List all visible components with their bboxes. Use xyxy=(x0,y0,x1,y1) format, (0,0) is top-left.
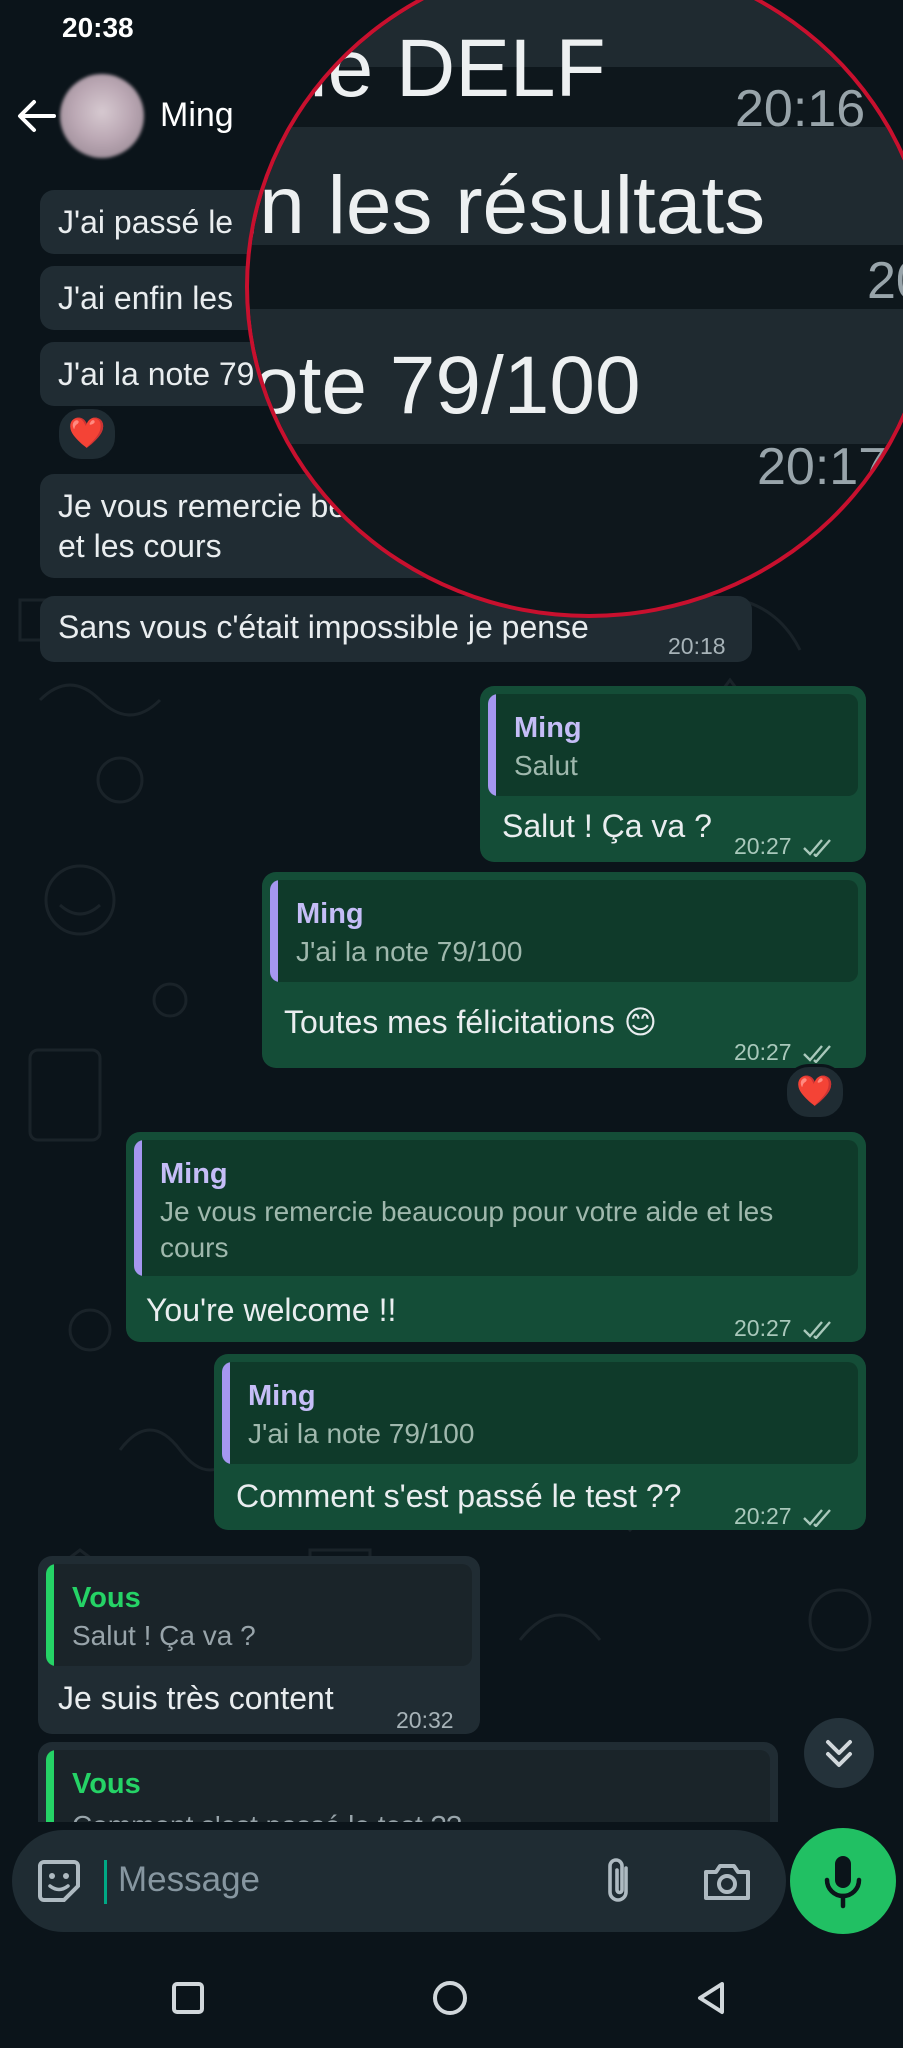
message-time: 20:27 xyxy=(734,1308,836,1348)
arrow-left-icon[interactable] xyxy=(14,94,58,138)
quoted-message[interactable]: Vous Comment s'est passé le test ?? xyxy=(46,1750,770,1822)
message-text: You're welcome !! xyxy=(146,1292,397,1328)
quote-sender: Ming xyxy=(160,1158,228,1190)
recent-apps-icon[interactable] xyxy=(166,1976,210,2020)
message-time: 20:18 xyxy=(668,633,726,659)
message-text: Sans vous c'était impossible je pense xyxy=(58,609,589,645)
avatar[interactable] xyxy=(60,74,144,158)
quote-sender: Ming xyxy=(248,1380,316,1412)
quote-text: J'ai la note 79/100 xyxy=(248,1418,475,1449)
message-bubble-outgoing[interactable]: Ming J'ai la note 79/100 Toutes mes féli… xyxy=(262,872,866,1068)
text-caret xyxy=(104,1860,107,1904)
message-composer: Message xyxy=(12,1830,786,1932)
status-time: 20:38 xyxy=(62,12,134,43)
quoted-message[interactable]: Vous Salut ! Ça va ? xyxy=(46,1564,472,1666)
message-text: Salut ! Ça va ? xyxy=(502,808,712,844)
quote-text: J'ai la note 79/100 xyxy=(296,936,523,967)
magnified-time: 20:17 xyxy=(757,438,888,496)
quoted-message[interactable]: Ming J'ai la note 79/100 xyxy=(270,880,858,982)
message-bubble-incoming[interactable]: Vous Salut ! Ça va ? Je suis très conten… xyxy=(38,1556,480,1734)
quoted-message[interactable]: Ming Salut xyxy=(488,694,858,796)
contact-name[interactable]: Ming xyxy=(160,96,234,135)
message-text: Comment s'est passé le test ?? xyxy=(236,1478,682,1514)
heart-reaction[interactable]: ❤️ xyxy=(56,406,118,462)
message-bubble-outgoing[interactable]: Ming Salut Salut ! Ça va ? 20:27 xyxy=(480,686,866,862)
quote-text-line1: Je vous remercie beaucoup pour votre aid… xyxy=(160,1196,774,1227)
magnified-time: 20 xyxy=(867,252,903,310)
quote-sender: Vous xyxy=(72,1768,141,1800)
message-text: J'ai passé le xyxy=(58,204,234,240)
scroll-to-bottom-button[interactable] xyxy=(804,1718,874,1788)
quoted-message[interactable]: Ming Je vous remercie beaucoup pour votr… xyxy=(134,1140,858,1276)
quote-sender: Ming xyxy=(296,898,364,930)
back-triangle-icon[interactable] xyxy=(690,1976,734,2020)
quote-sender: Vous xyxy=(72,1582,141,1614)
message-bubble-incoming[interactable]: Vous Comment s'est passé le test ?? xyxy=(38,1742,778,1822)
message-time: 20:27 xyxy=(734,1496,836,1536)
message-text: Je suis très content xyxy=(58,1680,334,1716)
quoted-message[interactable]: Ming J'ai la note 79/100 xyxy=(222,1362,858,1464)
quote-text: Comment s'est passé le test ?? xyxy=(72,1808,462,1822)
message-time: 20:27 xyxy=(734,826,836,866)
double-chevron-down-icon xyxy=(826,1740,852,1767)
message-text: J'ai la note 79 xyxy=(58,356,255,392)
home-icon[interactable] xyxy=(428,1976,472,2020)
magnified-text: e le DELF xyxy=(245,23,606,114)
double-check-icon xyxy=(802,1321,831,1339)
microphone-button[interactable] xyxy=(790,1828,896,1934)
message-text-line1: Je vous remercie be xyxy=(58,488,347,524)
paperclip-icon[interactable] xyxy=(600,1856,640,1906)
magnified-text: ote 79/100 xyxy=(253,340,641,431)
magnified-text: in les résultats xyxy=(245,160,766,251)
quote-text-line2: cours xyxy=(160,1232,229,1263)
double-check-icon xyxy=(802,839,831,857)
double-check-icon xyxy=(802,1509,831,1527)
message-text: J'ai enfin les xyxy=(58,280,234,316)
message-bubble-outgoing[interactable]: Ming Je vous remercie beaucoup pour votr… xyxy=(126,1132,866,1342)
quote-text: Salut xyxy=(514,750,578,781)
message-bubble-outgoing[interactable]: Ming J'ai la note 79/100 Comment s'est p… xyxy=(214,1354,866,1530)
heart-reaction[interactable]: ❤️ xyxy=(784,1064,846,1120)
quote-text: Salut ! Ça va ? xyxy=(72,1620,256,1651)
message-text: Toutes mes félicitations 😊 xyxy=(284,1004,658,1040)
sticker-emoji-icon[interactable] xyxy=(34,1856,84,1906)
double-check-icon xyxy=(802,1045,831,1063)
system-navigation-bar xyxy=(0,1948,903,2048)
quote-sender: Ming xyxy=(514,712,582,744)
message-input[interactable]: Message xyxy=(118,1860,260,1900)
camera-icon[interactable] xyxy=(702,1860,752,1904)
message-time: 20:32 xyxy=(396,1707,454,1733)
microphone-icon xyxy=(824,1856,862,1909)
message-text-line2: et les cours xyxy=(58,528,222,564)
